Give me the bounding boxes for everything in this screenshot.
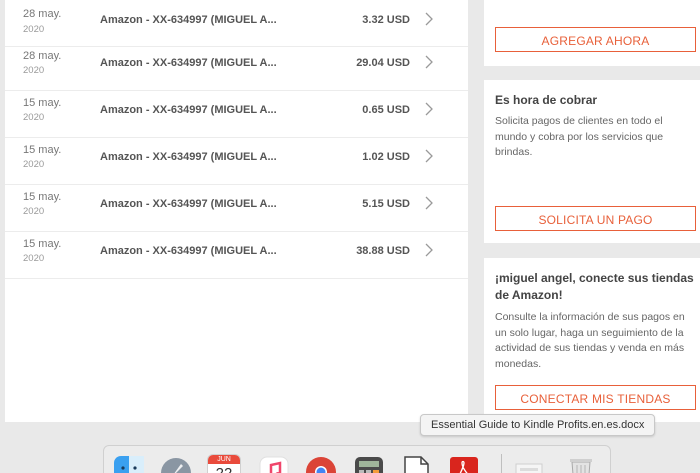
transaction-year: 2020 xyxy=(23,112,45,123)
transaction-row[interactable]: 28 may. 2020 Amazon - XX-634997 (MIGUEL … xyxy=(5,0,468,47)
trash-icon[interactable] xyxy=(564,454,598,473)
transaction-description: Amazon - XX-634997 (MIGUEL A... xyxy=(100,198,277,210)
transaction-description: Amazon - XX-634997 (MIGUEL A... xyxy=(100,14,277,26)
transaction-description: Amazon - XX-634997 (MIGUEL A... xyxy=(100,104,277,116)
app-window: 28 may. 2020 Amazon - XX-634997 (MIGUEL … xyxy=(0,0,700,473)
transaction-row[interactable]: 15 may. 2020 Amazon - XX-634997 (MIGUEL … xyxy=(5,138,468,185)
transaction-year: 2020 xyxy=(23,159,45,170)
downloads-stack-icon[interactable] xyxy=(512,454,546,473)
transaction-description: Amazon - XX-634997 (MIGUEL A... xyxy=(100,245,277,257)
add-now-button[interactable]: AGREGAR AHORA xyxy=(495,27,696,52)
transaction-year: 2020 xyxy=(23,206,45,217)
request-payment-button[interactable]: SOLICITA UN PAGO xyxy=(495,206,696,231)
payment-request-card: Es hora de cobrar Solicita pagos de clie… xyxy=(484,80,700,243)
chevron-right-icon[interactable] xyxy=(424,101,434,117)
transaction-amount: 29.04 USD xyxy=(356,57,410,69)
add-card: AGREGAR AHORA xyxy=(484,0,700,66)
chevron-right-icon[interactable] xyxy=(424,148,434,164)
chevron-right-icon[interactable] xyxy=(424,242,434,258)
transactions-list: 28 may. 2020 Amazon - XX-634997 (MIGUEL … xyxy=(5,0,468,422)
dock-separator xyxy=(501,454,502,473)
calendar-day: 22 xyxy=(208,464,240,473)
transaction-amount: 38.88 USD xyxy=(356,245,410,257)
transaction-date: 15 may. xyxy=(23,144,62,156)
launchpad-icon[interactable] xyxy=(159,454,193,473)
transaction-date: 28 may. xyxy=(23,50,62,62)
dock-tooltip: Essential Guide to Kindle Profits.en.es.… xyxy=(420,414,656,436)
connect-stores-card: ¡miguel angel, conecte sus tiendas de Am… xyxy=(484,258,700,422)
transaction-row[interactable]: 28 may. 2020 Amazon - XX-634997 (MIGUEL … xyxy=(5,44,468,91)
calendar-month: JUN xyxy=(208,455,240,464)
connect-stores-button[interactable]: CONECTAR MIS TIENDAS xyxy=(495,385,696,410)
stores-card-text: Consulte la información de sus pagos en … xyxy=(495,311,685,370)
acrobat-icon[interactable] xyxy=(447,454,481,473)
transaction-year: 2020 xyxy=(23,253,45,264)
finder-icon[interactable] xyxy=(112,454,146,473)
stores-card-title: ¡miguel angel, conecte sus tiendas de Am… xyxy=(495,271,694,302)
transaction-date: 28 may. xyxy=(23,8,62,20)
macos-dock: JUN 22 xyxy=(103,445,611,473)
calculator-icon[interactable] xyxy=(352,454,386,473)
transaction-date: 15 may. xyxy=(23,191,62,203)
transaction-amount: 3.32 USD xyxy=(362,14,410,26)
libreoffice-icon[interactable] xyxy=(399,454,433,473)
transaction-year: 2020 xyxy=(23,65,45,76)
transaction-year: 2020 xyxy=(23,24,45,35)
chrome-icon[interactable] xyxy=(304,454,338,473)
transaction-row[interactable]: 15 may. 2020 Amazon - XX-634997 (MIGUEL … xyxy=(5,91,468,138)
transaction-row[interactable]: 15 may. 2020 Amazon - XX-634997 (MIGUEL … xyxy=(5,232,468,279)
chevron-right-icon[interactable] xyxy=(424,195,434,211)
transaction-amount: 0.65 USD xyxy=(362,104,410,116)
transaction-amount: 1.02 USD xyxy=(362,151,410,163)
payment-card-text: Solicita pagos de clientes en todo el mu… xyxy=(495,115,664,158)
calendar-icon[interactable]: JUN 22 xyxy=(207,454,241,473)
transaction-row[interactable]: 15 may. 2020 Amazon - XX-634997 (MIGUEL … xyxy=(5,185,468,232)
chevron-right-icon[interactable] xyxy=(424,11,434,27)
transaction-description: Amazon - XX-634997 (MIGUEL A... xyxy=(100,57,277,69)
transaction-date: 15 may. xyxy=(23,97,62,109)
payment-card-title: Es hora de cobrar xyxy=(495,93,598,107)
music-icon[interactable] xyxy=(257,454,291,473)
transaction-date: 15 may. xyxy=(23,238,62,250)
transaction-description: Amazon - XX-634997 (MIGUEL A... xyxy=(100,151,277,163)
transaction-amount: 5.15 USD xyxy=(362,198,410,210)
chevron-right-icon[interactable] xyxy=(424,54,434,70)
